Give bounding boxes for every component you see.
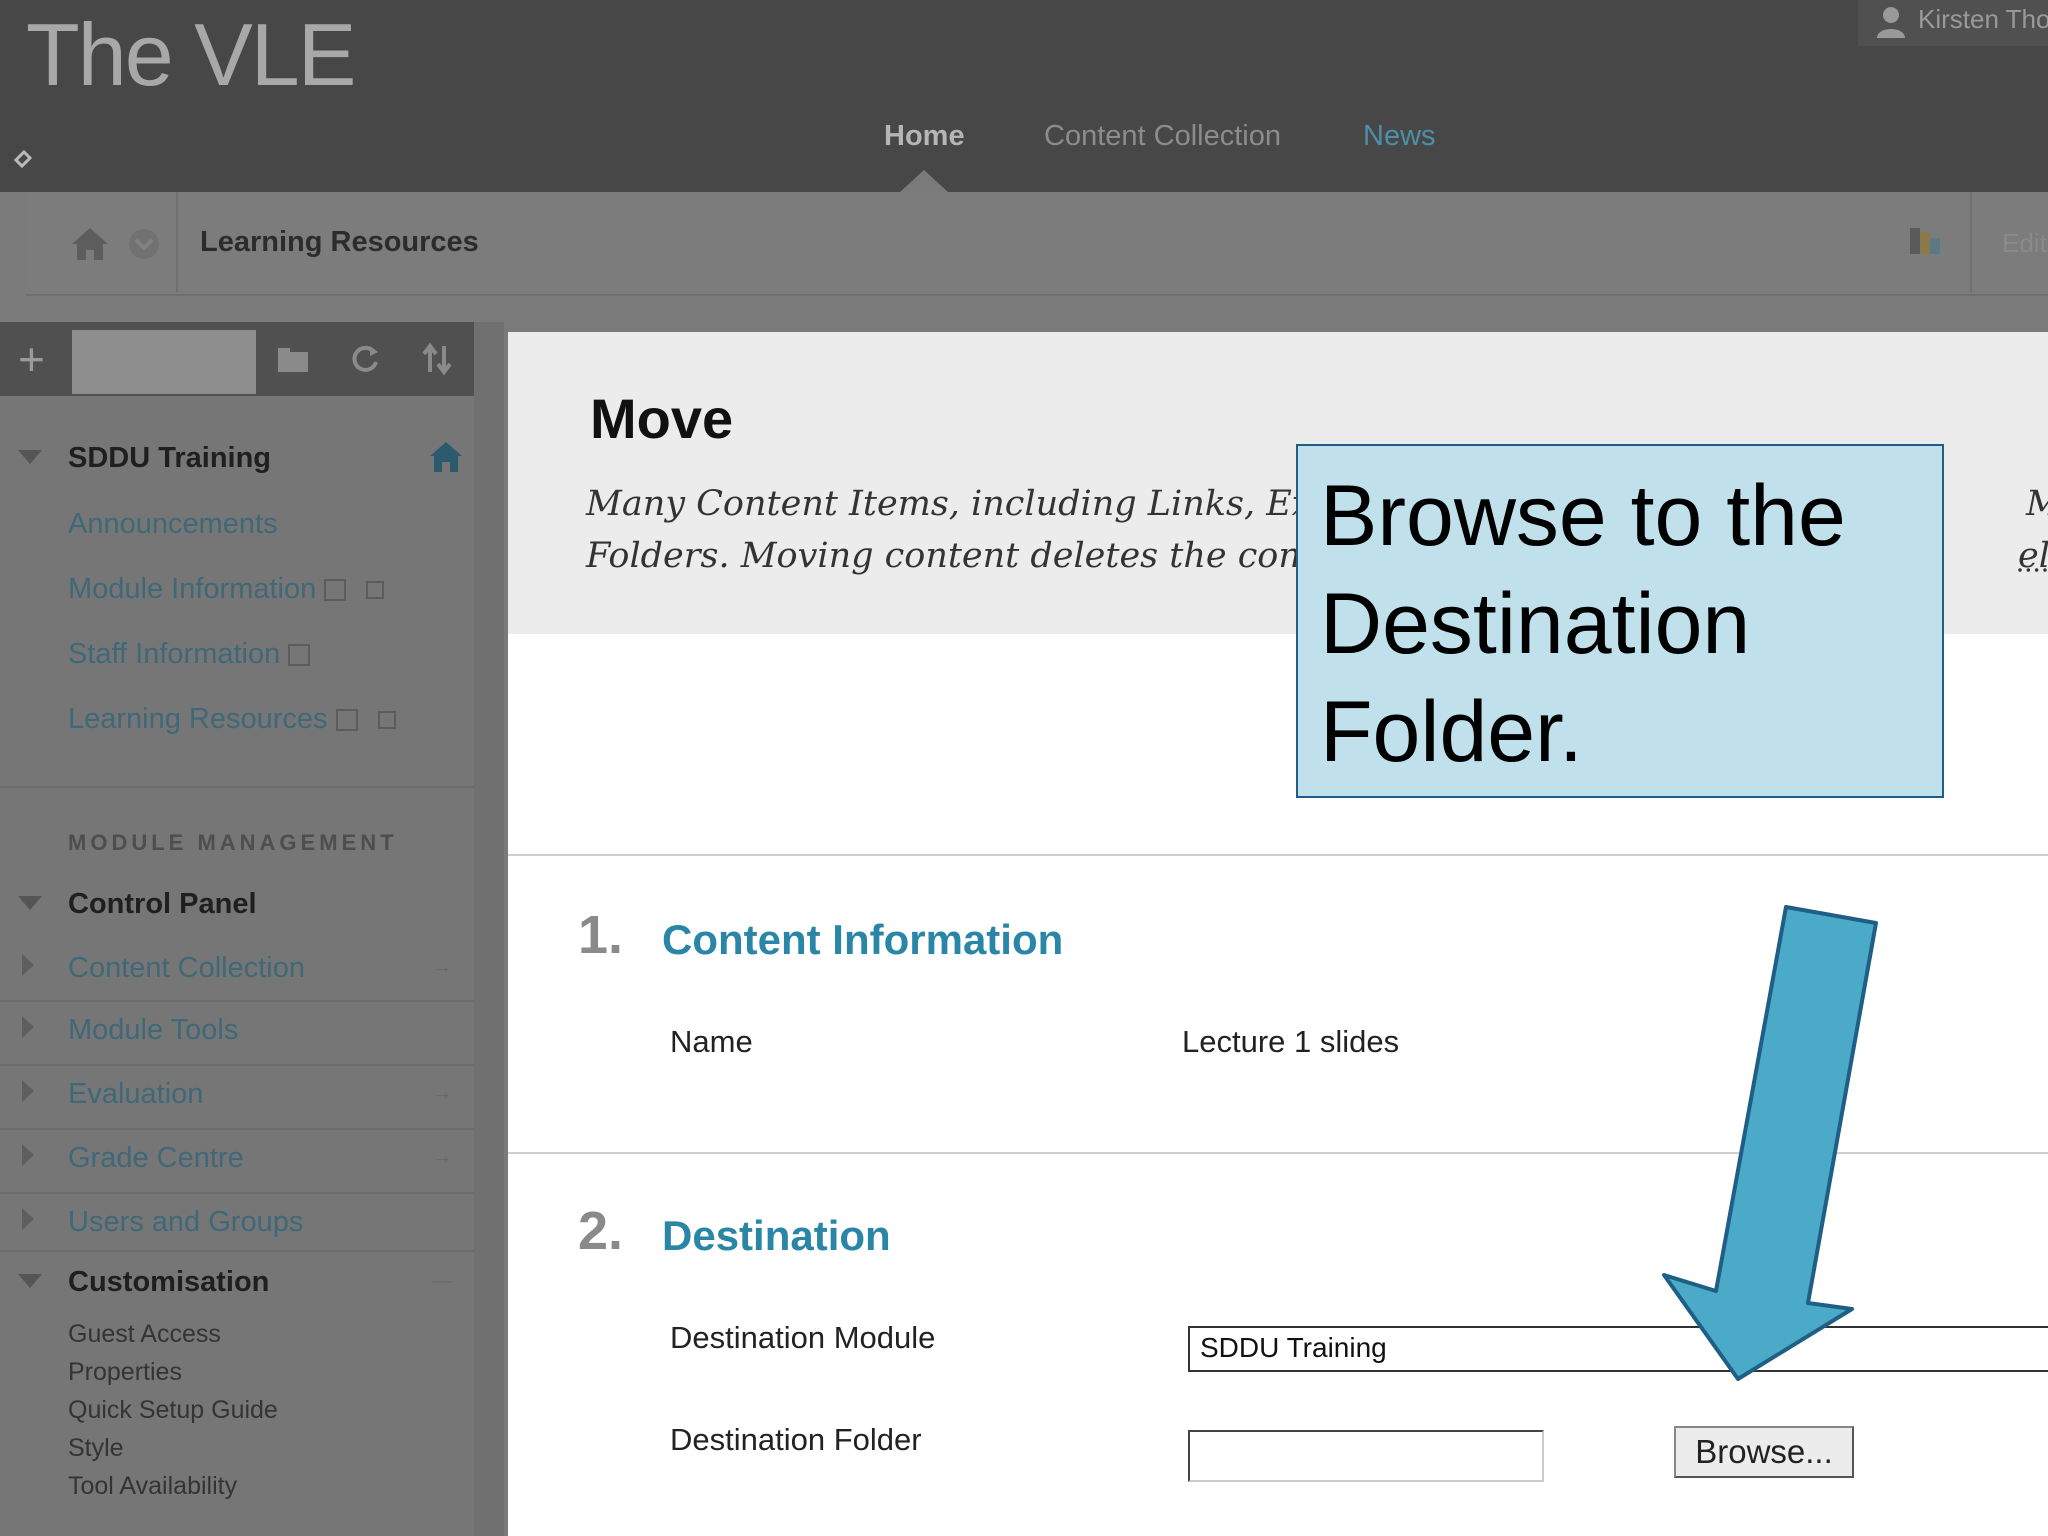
sidebar-item-grade-centre[interactable]: Grade Centre [68,1142,244,1175]
collapse-icon[interactable] [18,1274,42,1288]
course-title[interactable]: SDDU Training [68,442,271,475]
home-icon[interactable] [70,226,110,262]
edit-icon [288,644,311,667]
edit-mode-toggle[interactable]: Edit [2002,228,2047,259]
sidebar-item-label: Staff Information [68,638,281,670]
pointer-arrow-icon [1662,905,1878,1381]
description-line: Folders. Moving content deletes the cont… [586,536,1336,576]
course-menu-toolbar: + [0,322,474,396]
reorder-icon[interactable] [418,340,456,378]
sidebar-item-label: Learning Resources [68,703,328,735]
home-icon[interactable] [428,440,464,479]
customisation-heading[interactable]: Customisation [68,1266,269,1299]
top-header: The VLE Kirsten Tho Home Content Collect… [0,0,2048,192]
expand-icon[interactable] [22,1080,34,1102]
divider [0,1250,474,1252]
link-icon[interactable] [10,148,34,172]
name-value: Lecture 1 slides [1182,1024,1400,1059]
user-icon [1874,4,1908,38]
help-link[interactable]: elp [2018,530,2048,582]
divider [0,786,474,788]
add-menu-item-button[interactable]: + [18,332,45,386]
divider [1970,192,1972,292]
brand-logo[interactable]: The VLE [26,4,356,106]
sidebar-item-tool-availability[interactable]: Tool Availability [68,1472,237,1501]
tab-news[interactable]: News [1363,120,1436,153]
arrow-right-icon: → [432,1146,452,1168]
callout-text: Browse to the Destination Folder. [1320,468,1846,780]
chart-icon[interactable] [1908,222,1944,258]
divider [0,1000,474,1002]
step-number: 2. [578,1201,624,1261]
destination-module-select[interactable]: SDDU Training [1188,1326,2048,1372]
tab-home[interactable]: Home [884,120,965,153]
hidden-icon [366,581,385,600]
browse-button[interactable]: Browse... [1674,1426,1854,1478]
arrow-right-icon: → [432,956,452,978]
sidebar-item-properties[interactable]: Properties [68,1358,182,1387]
collapse-icon[interactable] [18,450,42,464]
chevron-down-icon[interactable] [126,226,162,262]
minus-icon[interactable]: — [432,1270,452,1293]
sidebar-item-users-and-groups[interactable]: Users and Groups [68,1206,303,1239]
section-title-destination: Destination [662,1212,891,1259]
control-panel-heading[interactable]: Control Panel [68,888,257,921]
divider [0,1064,474,1066]
sidebar-item-module-information[interactable]: Module Information [68,573,385,606]
expand-icon[interactable] [22,1144,34,1166]
menu-search-field[interactable] [72,330,256,394]
description-tail: Modu [2026,478,2048,530]
sidebar-item-announcements[interactable]: Announcements [68,508,278,541]
sidebar-item-content-collection[interactable]: Content Collection [68,952,305,985]
sidebar-scrollbar[interactable] [474,322,504,1536]
sidebar-item-staff-information[interactable]: Staff Information [68,638,311,671]
user-name: Kirsten Tho [1918,4,2048,34]
expand-icon[interactable] [22,1016,34,1038]
hidden-icon [377,711,396,730]
module-management-heading: MODULE MANAGEMENT [68,830,398,855]
collapse-icon[interactable] [18,896,42,910]
active-tab-indicator [900,170,948,192]
user-menu[interactable]: Kirsten Tho [1858,0,2048,46]
sidebar-item-module-tools[interactable]: Module Tools [68,1014,238,1047]
description-line: Many Content Items, including Links, Ext [586,484,1326,524]
edit-icon [324,579,347,602]
course-menu: + SDDU Training Announcements Module Inf… [0,322,474,1536]
arrow-right-icon: → [432,1082,452,1104]
sidebar-item-style[interactable]: Style [68,1434,124,1463]
refresh-icon[interactable] [346,340,384,378]
folder-view-icon[interactable] [274,340,312,378]
step-number: 1. [578,905,624,965]
destination-module-label: Destination Module [670,1320,936,1355]
divider [0,1128,474,1130]
destination-module-value: SDDU Training [1200,1332,1387,1363]
sidebar-item-label: Module Information [68,573,317,605]
destination-folder-label: Destination Folder [670,1422,922,1457]
name-label: Name [670,1024,753,1059]
tab-content-collection[interactable]: Content Collection [1044,120,1281,153]
section-title-content-information: Content Information [662,916,1064,963]
tutorial-callout: Browse to the Destination Folder. [1296,444,1944,798]
expand-icon[interactable] [22,1208,34,1230]
expand-icon[interactable] [22,954,34,976]
edit-icon [335,709,358,732]
sidebar-item-guest-access[interactable]: Guest Access [68,1320,221,1349]
breadcrumb-current: Learning Resources [200,226,479,258]
breadcrumb: Learning Resources Edit [26,192,2048,296]
page-title: Move [590,387,734,450]
divider [508,854,2048,856]
divider [176,192,178,292]
sidebar-item-learning-resources[interactable]: Learning Resources [68,703,396,736]
destination-folder-input[interactable] [1188,1430,1544,1482]
sidebar-item-evaluation[interactable]: Evaluation [68,1078,203,1111]
sidebar-item-quick-setup-guide[interactable]: Quick Setup Guide [68,1396,278,1425]
divider [0,1192,474,1194]
